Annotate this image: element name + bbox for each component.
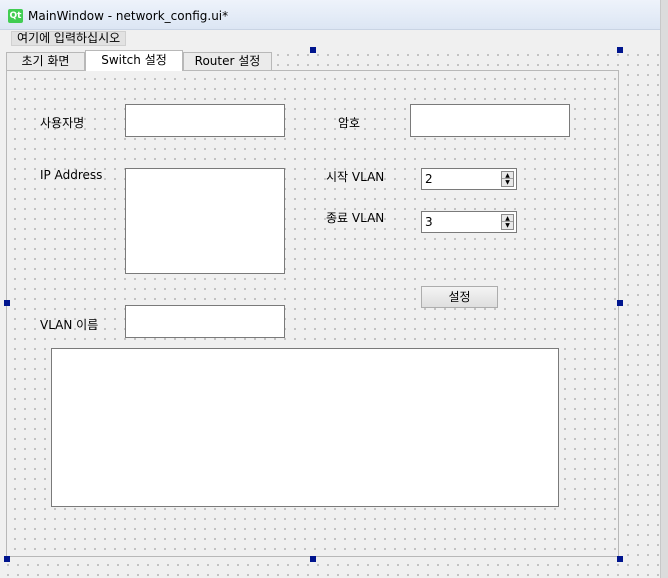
menu-placeholder-item[interactable]: 여기에 입력하십시오: [11, 31, 127, 46]
output-text-area[interactable]: [51, 348, 559, 507]
end-vlan-label: 종료 VLAN: [326, 211, 385, 225]
username-field[interactable]: [125, 104, 285, 137]
vlan-name-label: VLAN 이름: [40, 318, 99, 332]
window-title: MainWindow - network_config.ui*: [28, 9, 229, 23]
end-vlan-stepper: ▲ ▼: [501, 214, 514, 230]
start-vlan-value: 2: [425, 172, 433, 186]
start-vlan-spinbox[interactable]: 2 ▲ ▼: [421, 168, 517, 190]
start-vlan-stepper: ▲ ▼: [501, 171, 514, 187]
start-vlan-label: 시작 VLAN: [326, 170, 385, 184]
selection-handle[interactable]: [4, 300, 10, 306]
spin-up-arrow-icon[interactable]: ▲: [502, 172, 513, 179]
selection-handle[interactable]: [4, 556, 10, 562]
qt-logo-icon: Qt: [8, 9, 23, 23]
selection-handle[interactable]: [617, 47, 623, 53]
tab-switch-settings[interactable]: Switch 설정: [85, 50, 183, 71]
end-vlan-spinbox[interactable]: 3 ▲ ▼: [421, 211, 517, 233]
tab-router-settings[interactable]: Router 설정: [183, 52, 272, 71]
ip-address-label: IP Address: [40, 168, 103, 182]
selection-handle[interactable]: [310, 556, 316, 562]
set-button[interactable]: 설정: [421, 286, 498, 308]
tab-bar: 초기 화면 Switch 설정 Router 설정: [0, 50, 300, 71]
vlan-name-field[interactable]: [125, 305, 285, 338]
password-label: 암호: [338, 116, 361, 130]
password-field[interactable]: [410, 104, 570, 137]
spin-down-arrow-icon[interactable]: ▼: [502, 179, 513, 186]
spin-down-arrow-icon[interactable]: ▼: [502, 222, 513, 229]
spin-up-arrow-icon[interactable]: ▲: [502, 215, 513, 222]
end-vlan-value: 3: [425, 215, 433, 229]
selection-handle[interactable]: [617, 300, 623, 306]
menu-bar: 여기에 입력하십시오: [0, 30, 668, 47]
selection-handle[interactable]: [617, 556, 623, 562]
panel-edge: [660, 0, 668, 578]
selection-handle[interactable]: [310, 47, 316, 53]
username-label: 사용자명: [40, 116, 85, 130]
tab-home[interactable]: 초기 화면: [6, 52, 85, 71]
ip-address-field[interactable]: [125, 168, 285, 274]
title-bar: Qt MainWindow - network_config.ui*: [0, 0, 668, 30]
